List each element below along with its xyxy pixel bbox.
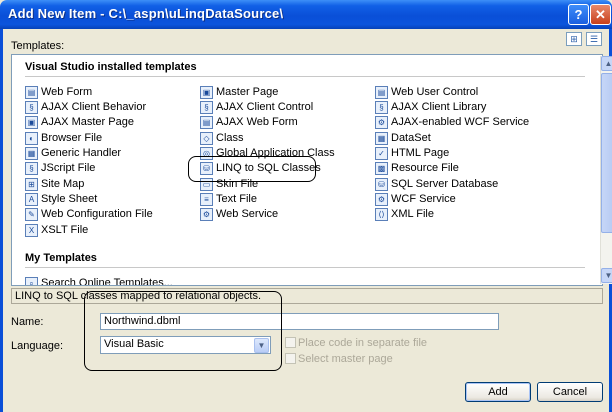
template-item[interactable]: ⚙ AJAX-enabled WCF Service [375,115,529,130]
web-form-icon: ▤ [25,85,38,99]
template-item[interactable]: ◇ Class [200,131,244,146]
group-divider [25,76,585,77]
large-icons-view-button[interactable]: ⊞ [566,32,582,46]
handler-icon: ▦ [25,146,38,160]
user-control-icon: ▤ [375,85,388,99]
config-icon: ✎ [25,207,38,221]
style-sheet-icon: A [25,192,38,206]
template-item[interactable]: § AJAX Client Control [200,100,313,115]
template-item[interactable]: ▤ Web User Control [375,85,478,100]
database-icon: ⛁ [375,177,388,191]
template-item[interactable]: A Style Sheet [25,192,97,207]
template-item[interactable]: ▤ Web Form [25,85,92,100]
html-page-icon: ✓ [375,146,388,160]
group-my-templates: My Templates [25,252,97,264]
web-form-icon: ▤ [200,115,213,129]
web-service-icon: ⚙ [200,207,213,221]
scroll-down-button[interactable]: ▼ [601,268,612,283]
template-item[interactable]: ▦ DataSet [375,131,431,146]
template-item[interactable]: ⟨⟩ XML File [375,207,434,222]
annotation-highlight [84,291,282,371]
window-title: Add New Item - C:\_aspn\uLinqDataSource\ [8,6,284,21]
separate-file-label: Place code in separate file [298,337,428,349]
script-icon: § [25,161,38,175]
small-icons-view-button[interactable]: ☰ [586,32,602,46]
name-label: Name: [11,316,44,328]
window-frame-left [0,29,3,412]
help-button[interactable]: ? [568,4,589,25]
master-page-icon: ▣ [25,115,38,129]
resource-file-icon: ▩ [375,161,388,175]
close-button[interactable]: ✕ [590,4,611,25]
template-item[interactable]: ✓ HTML Page [375,146,449,161]
add-button[interactable]: Add [465,382,531,402]
class-icon: ◇ [200,131,213,145]
wcf-service-icon: ⚙ [375,115,388,129]
partial-item-clip: ⌕ Search Online Templates... [25,276,225,285]
scroll-thumb[interactable] [601,73,612,233]
template-item[interactable]: ▩ Resource File [375,161,459,176]
template-item[interactable]: ⌕ Search Online Templates... [25,276,173,285]
selection-highlight [188,156,316,182]
dataset-icon: ▦ [375,131,388,145]
site-map-icon: ⊞ [25,177,38,191]
script-icon: § [200,100,213,114]
title-bar[interactable]: Add New Item - C:\_aspn\uLinqDataSource\… [0,0,612,29]
group-installed-templates: Visual Studio installed templates [25,61,197,73]
wcf-service-icon: ⚙ [375,192,388,206]
text-file-icon: ≡ [200,192,213,206]
template-item[interactable]: ⊞ Site Map [25,177,84,192]
script-icon: § [25,100,38,114]
template-item[interactable]: § AJAX Client Behavior [25,100,146,115]
template-item[interactable]: ✎ Web Configuration File [25,207,153,222]
template-item[interactable]: X XSLT File [25,223,88,238]
master-page-icon: ▣ [200,85,213,99]
master-page-checkbox[interactable] [285,353,296,364]
template-item[interactable]: ≡ Text File [200,192,257,207]
template-item[interactable]: ⛁ SQL Server Database [375,177,498,192]
templates-list[interactable]: Visual Studio installed templates ▤ Web F… [11,54,612,286]
browser-file-icon: ◐ [25,131,38,145]
template-item[interactable]: ⚙ WCF Service [375,192,456,207]
template-item[interactable]: ◐ Browser File [25,131,102,146]
scroll-up-button[interactable]: ▲ [601,56,612,71]
template-item[interactable]: ▣ AJAX Master Page [25,115,134,130]
template-item[interactable]: § JScript File [25,161,95,176]
template-item[interactable]: ⚙ Web Service [200,207,278,222]
search-icon: ⌕ [25,276,38,285]
separate-file-checkbox[interactable] [285,337,296,348]
master-page-label: Select master page [298,353,393,365]
template-item[interactable]: ▦ Generic Handler [25,146,121,161]
template-item[interactable]: § AJAX Client Library [375,100,486,115]
language-label: Language: [11,340,63,352]
templates-scrollbar[interactable]: ▲ ▼ [600,56,612,284]
script-icon: § [375,100,388,114]
group-divider [25,267,585,268]
cancel-button[interactable]: Cancel [537,382,603,402]
xslt-icon: X [25,223,38,237]
templates-label: Templates: [11,40,65,52]
template-item[interactable]: ▣ Master Page [200,85,278,100]
xml-file-icon: ⟨⟩ [375,207,388,221]
template-item[interactable]: ▤ AJAX Web Form [200,115,298,130]
